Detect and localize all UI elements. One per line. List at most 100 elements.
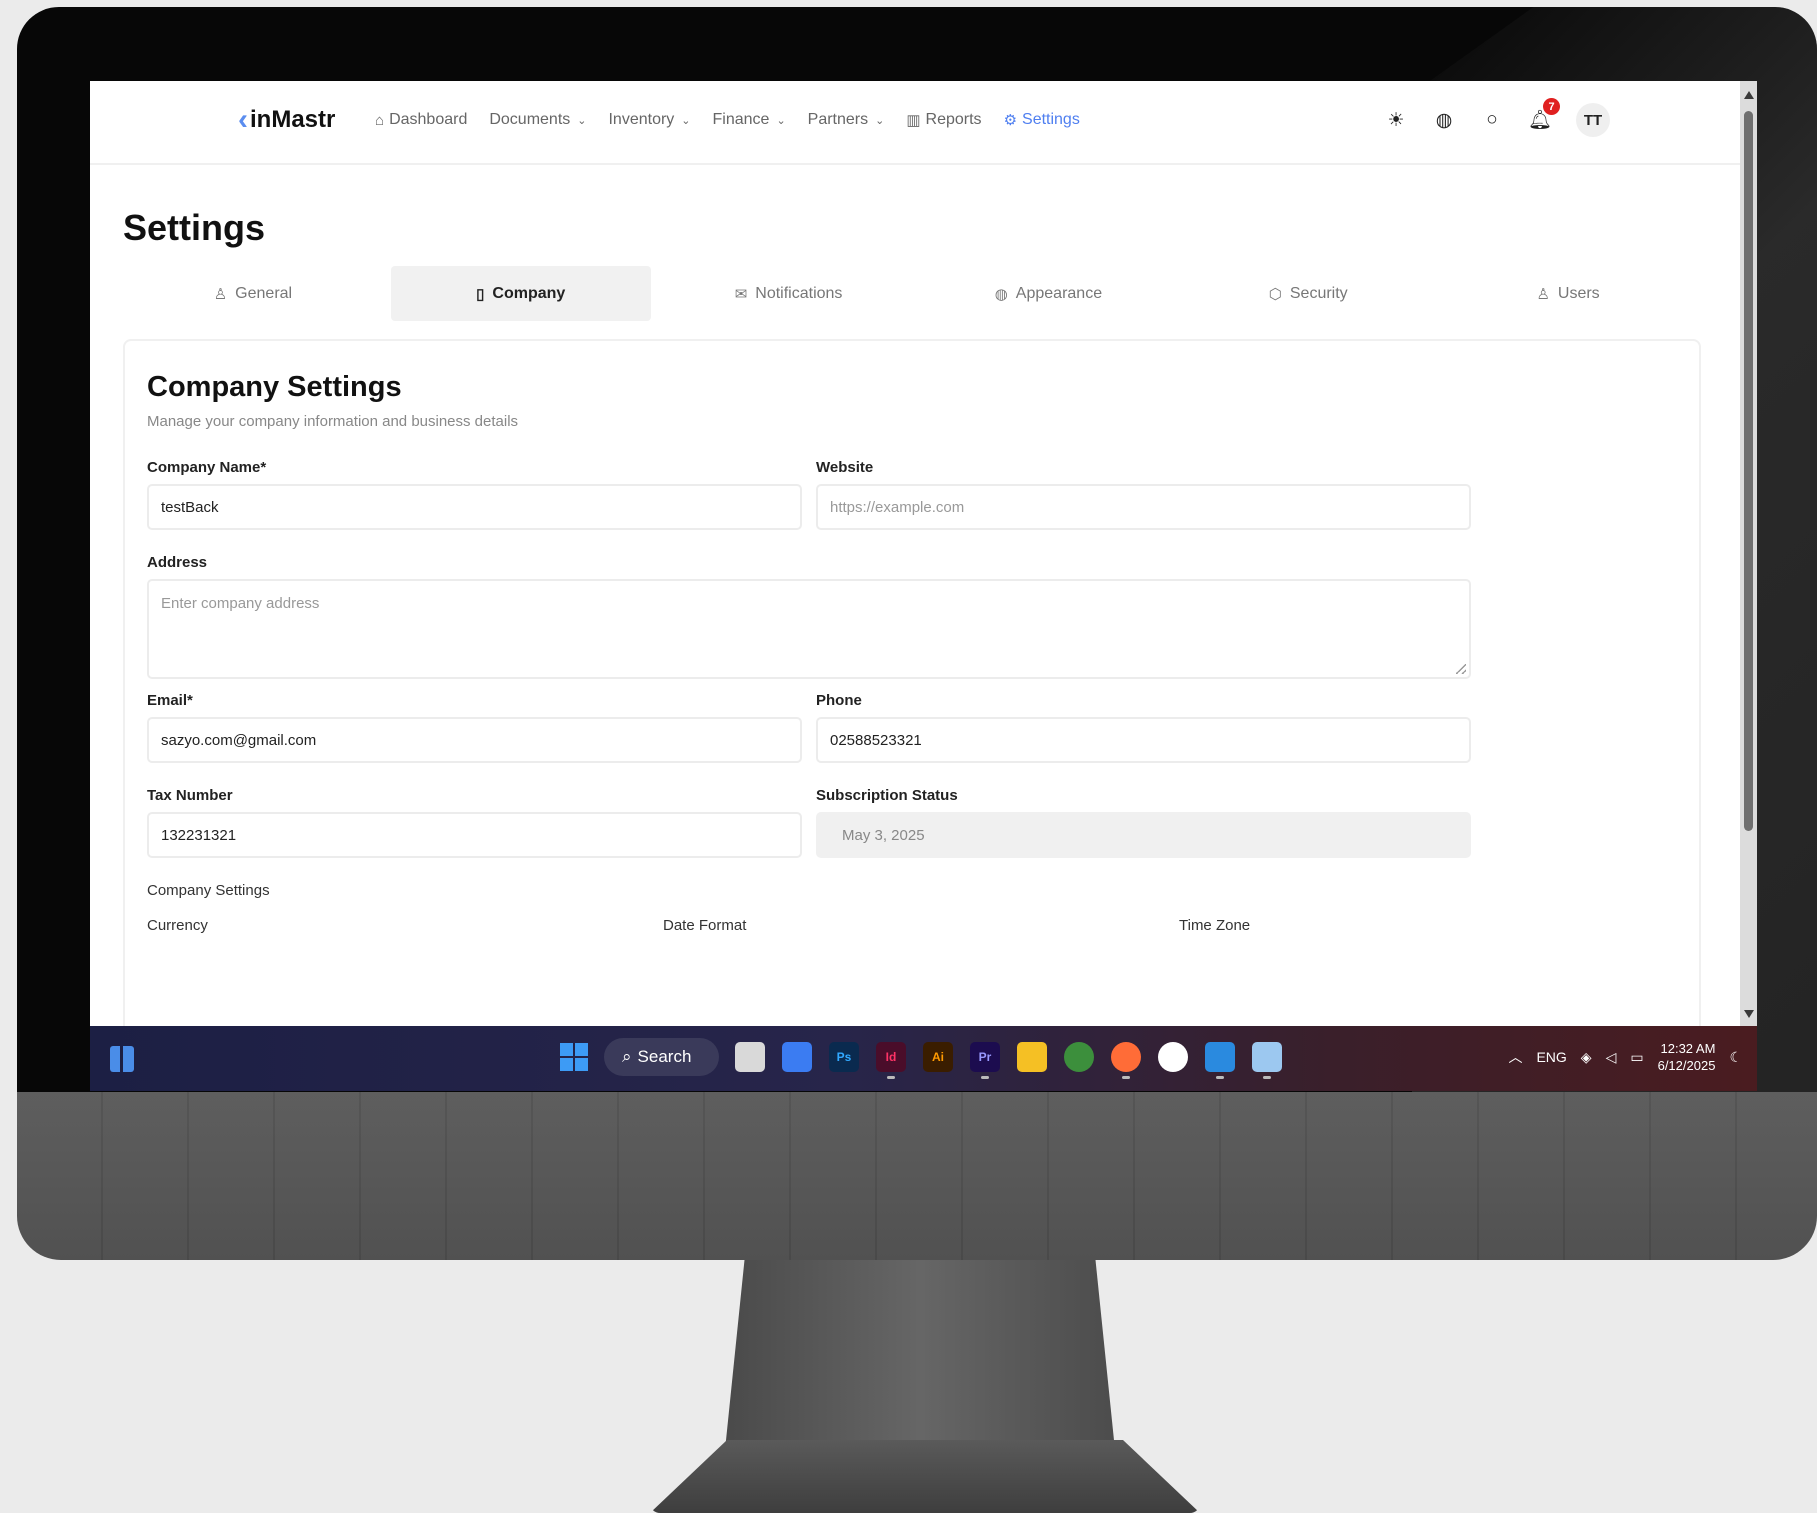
viewer-app-icon[interactable] [1252, 1042, 1282, 1079]
language-indicator[interactable]: ENG [1536, 1049, 1566, 1065]
card-title: Company Settings [147, 371, 402, 403]
logo-chevron-icon: ‹ [238, 103, 248, 136]
widgets-icon[interactable] [110, 1046, 134, 1072]
scroll-thumb[interactable] [1744, 111, 1753, 831]
battery-icon[interactable]: ▭ [1630, 1049, 1643, 1066]
tab-users-label: Users [1557, 284, 1600, 302]
jetbrains-app-icon[interactable] [782, 1042, 812, 1072]
photoshop-app-icon[interactable]: Ps [829, 1042, 859, 1072]
user-avatar[interactable]: TT [1576, 103, 1610, 137]
start-button-windows-icon[interactable] [560, 1043, 588, 1071]
taskbar-search-label: Search [637, 1047, 692, 1066]
tab-company[interactable]: ▯ Company [390, 266, 651, 321]
nav-partners-label: Partners [807, 111, 869, 128]
indesign-app-icon[interactable]: Id [876, 1042, 906, 1079]
card-subtitle: Manage your company information and busi… [147, 413, 519, 430]
shield-icon: ⬡ [1268, 285, 1282, 303]
tab-notifications[interactable]: ✉ Notifications [659, 266, 919, 321]
company-name-label: Company Name* [147, 459, 267, 476]
postman-app-icon[interactable] [1111, 1042, 1141, 1079]
gear-icon: ⚙ [1003, 112, 1018, 129]
company-name-input[interactable]: testBack [147, 484, 802, 530]
address-placeholder: Enter company address [161, 595, 320, 612]
nav-settings[interactable]: ⚙ Settings [1004, 111, 1080, 129]
nav-settings-label: Settings [1022, 111, 1080, 128]
vscode-app-icon[interactable] [1205, 1042, 1235, 1079]
nav-documents[interactable]: Documents ⌄ [489, 111, 586, 129]
home-icon: ⌂ [375, 111, 385, 129]
screen: ‹ inMastr ⌂ Dashboard Documents ⌄ Invent… [90, 81, 1757, 1091]
nav-dashboard[interactable]: ⌂ Dashboard [375, 111, 467, 129]
notification-center-icon[interactable]: ☾ [1729, 1049, 1742, 1066]
tab-company-label: Company [492, 284, 566, 302]
scroll-down-arrow-icon[interactable] [1744, 1010, 1754, 1018]
tray-expand-chevron-icon[interactable]: ︿ [1508, 1047, 1522, 1067]
nav-inventory-label: Inventory [608, 111, 675, 128]
nav-dashboard-label: Dashboard [389, 111, 468, 128]
tax-number-label: Tax Number [147, 787, 233, 804]
chrome-app-icon[interactable] [1064, 1042, 1094, 1072]
theme-toggle-sun-icon[interactable]: ☀ [1384, 108, 1408, 132]
tab-general-label: General [235, 284, 293, 302]
page-title: Settings [123, 207, 266, 248]
app-logo[interactable]: ‹ inMastr [238, 105, 335, 135]
chart-icon: ▥ [906, 112, 921, 129]
clock-date: 6/12/2025 [1657, 1058, 1716, 1073]
notifications-bell-icon[interactable]: 🔔︎ 7 [1528, 98, 1560, 132]
chat-icon[interactable]: ○ [1480, 108, 1504, 132]
nav-partners[interactable]: Partners ⌄ [808, 111, 885, 129]
atlas-app-icon[interactable] [1158, 1042, 1188, 1072]
mail-icon: ✉ [734, 285, 748, 303]
tab-security-label: Security [1289, 284, 1348, 302]
nav-documents-label: Documents [489, 111, 571, 128]
logo-text: inMastr [250, 106, 336, 133]
phone-label: Phone [816, 692, 862, 709]
email-input[interactable]: sazyo.com@gmail.com [147, 717, 802, 763]
monitor-stand-neck [725, 1260, 1115, 1450]
date-format-label: Date Format [663, 917, 747, 934]
illustrator-app-icon[interactable]: Ai [923, 1042, 953, 1072]
nav-inventory[interactable]: Inventory ⌄ [608, 111, 690, 129]
currency-label: Currency [147, 917, 208, 934]
page-scrollbar[interactable] [1740, 81, 1757, 1026]
address-textarea[interactable]: Enter company address [147, 579, 1471, 679]
tax-number-input[interactable]: 132231321 [147, 812, 802, 858]
nav-actions: ☀ ◍ ○ 🔔︎ 7 TT [1384, 98, 1610, 137]
phone-input[interactable]: 02588523321 [816, 717, 1471, 763]
language-globe-icon[interactable]: ◍ [1432, 108, 1456, 132]
top-navbar: ‹ inMastr ⌂ Dashboard Documents ⌄ Invent… [90, 81, 1740, 165]
nav-finance[interactable]: Finance ⌄ [713, 111, 786, 129]
chevron-down-icon: ⌄ [681, 114, 691, 127]
website-input[interactable]: https://example.com [816, 484, 1471, 530]
tab-security[interactable]: ⬡ Security [1178, 266, 1438, 321]
chevron-down-icon: ⌄ [875, 114, 885, 127]
folder-app-icon[interactable] [1017, 1042, 1047, 1072]
tab-notifications-label: Notifications [755, 284, 843, 302]
file-explorer-gray-app-icon[interactable] [735, 1042, 765, 1072]
user-icon: ♙ [213, 285, 228, 303]
monitor-chin [17, 1092, 1817, 1260]
globe-icon: ◍ [994, 285, 1008, 303]
website-label: Website [816, 459, 874, 476]
taskbar-search[interactable]: ⌕ Search [604, 1038, 719, 1076]
premiere-app-icon[interactable]: Pr [970, 1042, 1000, 1079]
settings-tabs: ♙ General ▯ Company ✉ Notifications ◍ Ap… [123, 266, 1698, 321]
main-nav: ⌂ Dashboard Documents ⌄ Inventory ⌄ Fina… [375, 111, 1080, 129]
clock-time: 12:32 AM [1660, 1041, 1716, 1056]
time-zone-label: Time Zone [1179, 917, 1251, 934]
taskbar-clock[interactable]: 12:32 AM 6/12/2025 [1658, 1040, 1716, 1074]
volume-icon[interactable]: ◁ [1606, 1049, 1617, 1066]
tab-users[interactable]: ♙ Users [1438, 266, 1698, 321]
pinned-apps: Ps Id Ai Pr [735, 1042, 1282, 1079]
company-settings-card: Company Settings Manage your company inf… [123, 339, 1701, 1026]
app-window: ‹ inMastr ⌂ Dashboard Documents ⌄ Invent… [90, 81, 1740, 1026]
nav-reports[interactable]: ▥ Reports [906, 111, 981, 129]
email-label: Email* [147, 692, 193, 709]
resize-handle-icon[interactable] [1456, 664, 1466, 674]
wifi-icon[interactable]: ◈ [1581, 1049, 1592, 1066]
monitor-stand-base [650, 1440, 1200, 1513]
scroll-up-arrow-icon[interactable] [1744, 91, 1754, 99]
tab-appearance[interactable]: ◍ Appearance [918, 266, 1178, 321]
tab-general[interactable]: ♙ General [123, 266, 383, 321]
building-icon: ▯ [476, 285, 485, 303]
